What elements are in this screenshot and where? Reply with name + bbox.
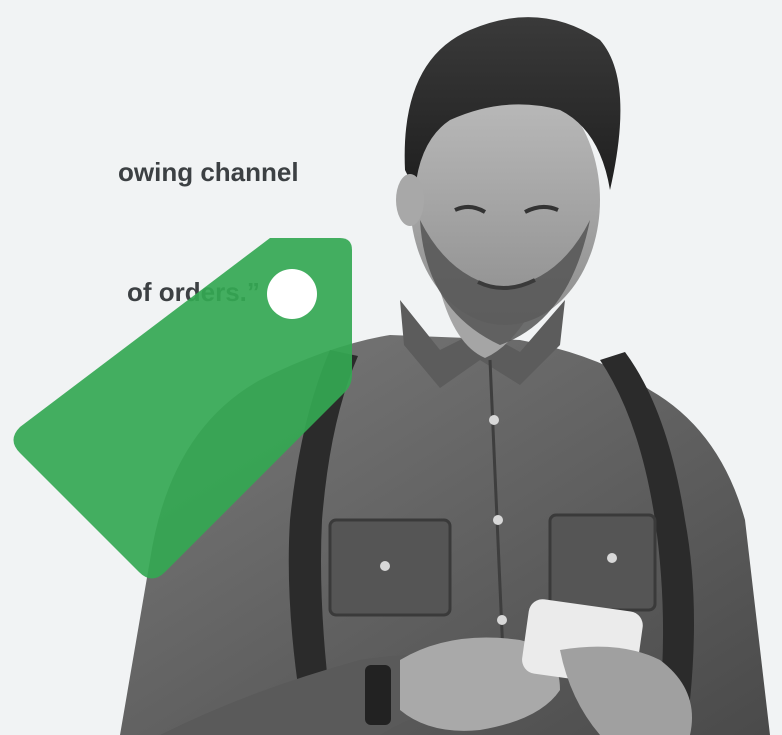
pocket-button: [607, 553, 617, 563]
hero-illustration: [13, 17, 770, 735]
pocket-right: [548, 513, 657, 612]
shirt-button: [489, 415, 499, 425]
ear: [396, 174, 424, 226]
shirt-button: [493, 515, 503, 525]
wristwatch: [365, 665, 391, 725]
pocket-left: [328, 518, 452, 617]
pocket-button: [380, 561, 390, 571]
price-tag-hole: [267, 269, 317, 319]
shirt-button: [497, 615, 507, 625]
